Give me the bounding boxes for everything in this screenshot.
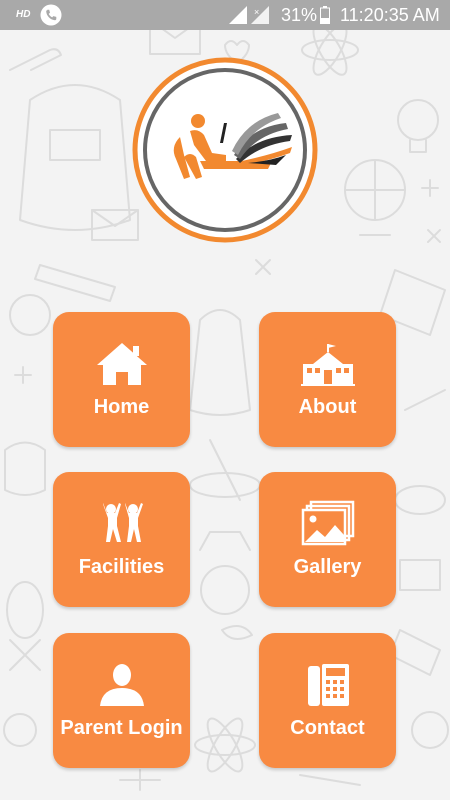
facilities-label: Facilities	[78, 556, 165, 578]
battery-icon	[320, 6, 330, 24]
parent-login-label: Parent Login	[60, 717, 183, 739]
parent-login-button[interactable]: Parent Login	[53, 633, 190, 768]
gallery-button[interactable]: Gallery	[259, 472, 396, 607]
about-label: About	[298, 396, 357, 418]
student-reading-logo	[132, 57, 318, 243]
about-button[interactable]: About	[259, 312, 396, 447]
home-button[interactable]: Home	[53, 312, 190, 447]
signal-icon: ×	[229, 6, 269, 24]
contact-button[interactable]: Contact	[259, 633, 396, 768]
school-building-icon	[300, 344, 355, 386]
phone-icon	[40, 4, 62, 26]
contact-label: Contact	[290, 717, 365, 739]
facilities-button[interactable]: Facilities	[53, 472, 190, 607]
photos-icon	[301, 500, 354, 546]
clock: 11:20:35 AM	[340, 5, 440, 25]
battery-percent: 31%	[281, 5, 318, 25]
children-icon	[102, 503, 143, 542]
telephone-icon	[307, 664, 349, 706]
hd-indicator: HD	[16, 9, 31, 20]
home-label: Home	[93, 396, 150, 418]
svg-text:×: ×	[254, 7, 259, 17]
house-icon	[96, 343, 147, 385]
status-bar: HD × 31% 11:20:35 AM	[0, 0, 450, 30]
gallery-label: Gallery	[293, 556, 362, 578]
user-icon	[99, 664, 144, 706]
